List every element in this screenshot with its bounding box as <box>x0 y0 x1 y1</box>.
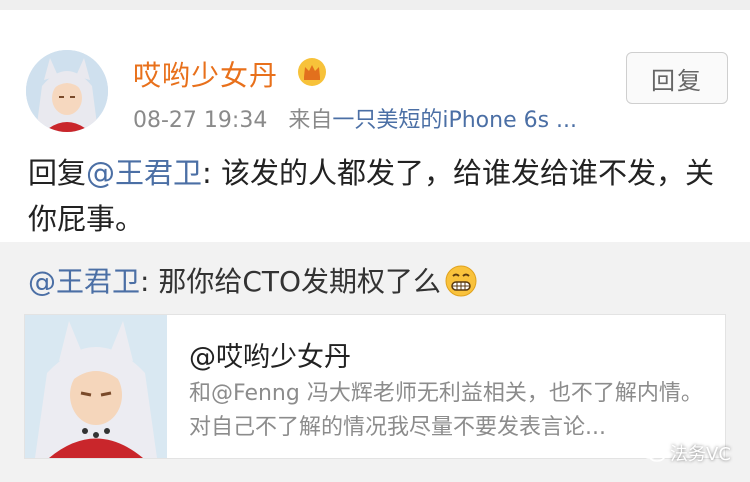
reply-button[interactable]: 回复 <box>626 52 728 104</box>
profile-card[interactable]: @哎哟少女丹 和@Fenng 冯大辉老师无利益相关，也不了解内情。对自己不了解的… <box>24 314 726 459</box>
body-prefix: 回复 <box>28 156 87 190</box>
avatar[interactable] <box>26 50 108 132</box>
quoted-post: @王君卫: 那你给CTO发期权了么 @哎哟少女丹 和@Fenng 冯大辉老师无利… <box>0 242 750 482</box>
wechat-icon <box>640 442 666 464</box>
watermark-text: 法务VC <box>670 444 731 465</box>
quote-body: : 那你给CTO发期权了么 <box>140 265 442 298</box>
post-meta: 08-27 19:34 来自一只美短的iPhone 6s ... <box>133 102 577 134</box>
watermark: 法务VC <box>640 440 731 466</box>
post-source-link[interactable]: 一只美短的iPhone 6s ... <box>332 108 577 133</box>
top-divider <box>0 0 750 10</box>
card-title: @哎哟少女丹 <box>189 342 351 373</box>
crown-badge-icon <box>297 57 327 87</box>
username[interactable]: 哎哟少女丹 <box>133 54 278 94</box>
quote-text: @王君卫: 那你给CTO发期权了么 <box>28 260 477 300</box>
from-label: 来自 <box>288 108 333 133</box>
card-description: 和@Fenng 冯大辉老师无利益相关，也不了解内情。对自己不了解的情况我尽量不要… <box>189 381 703 440</box>
weibo-post: 哎哟少女丹 08-27 19:34 来自一只美短的iPhone 6s ... 回… <box>0 10 750 242</box>
quote-mention-link[interactable]: @王君卫 <box>28 265 140 298</box>
body-mention-link[interactable]: @王君卫 <box>86 156 202 190</box>
grin-emoji-icon <box>445 265 477 297</box>
post-body: 回复@王君卫: 该发的人都发了，给谁发给谁不发，关你屁事。 <box>28 150 728 242</box>
post-time: 08-27 19:34 <box>133 108 268 133</box>
card-thumbnail <box>25 315 167 458</box>
